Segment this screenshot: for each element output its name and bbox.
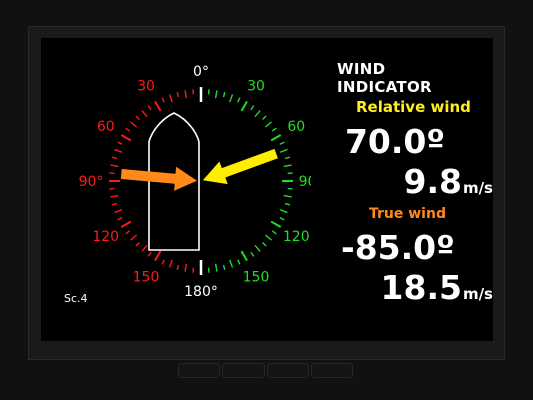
dial-tick <box>222 264 226 271</box>
dial-tick <box>222 91 226 98</box>
dial-tick <box>237 259 241 265</box>
dial-tick <box>154 250 162 262</box>
dial-label: 150 <box>133 269 160 285</box>
dial-tick <box>279 141 285 145</box>
hardware-button-4[interactable] <box>310 363 353 378</box>
relative-wind-speed-value: 9.8 <box>403 162 462 201</box>
dial-tick <box>270 134 282 142</box>
hardware-button-1[interactable] <box>178 363 221 378</box>
dial-tick <box>114 148 123 153</box>
dial-tick <box>176 91 180 98</box>
dial-tick <box>135 242 140 247</box>
dial-tick <box>262 242 267 247</box>
dial-ticks <box>109 87 293 275</box>
dial-tick <box>271 127 277 132</box>
true-wind-label: True wind <box>369 206 446 222</box>
dial-tick <box>147 105 152 111</box>
true-wind-speed-value: 18.5 <box>380 268 462 307</box>
dial-label: 60 <box>97 119 115 135</box>
dial-tick <box>161 259 165 265</box>
dial-label: 60 <box>287 119 305 135</box>
dial-tick <box>229 94 234 103</box>
dial-tick <box>161 97 165 103</box>
dial-tick <box>117 141 123 145</box>
dial-label: 90° <box>299 174 311 190</box>
dial-tick <box>271 230 277 235</box>
dial-tick <box>114 209 123 214</box>
dial-tick <box>254 110 261 118</box>
dial-tick <box>279 148 288 153</box>
dial-tick <box>214 90 218 99</box>
relative-wind-angle: 70.0º <box>344 122 445 161</box>
dial-label: 30 <box>137 79 155 95</box>
true-wind-speed-unit: m/s <box>462 285 493 303</box>
dial-tick <box>110 194 119 198</box>
dial-tick <box>125 230 131 235</box>
dial-tick <box>120 134 132 142</box>
dial-tick <box>125 127 131 132</box>
dial-tick <box>141 110 148 118</box>
relative-wind-speed-unit: m/s <box>462 179 493 197</box>
dial-tick <box>240 250 248 262</box>
dial-label: 150 <box>243 269 270 285</box>
dial-tick <box>264 234 272 241</box>
dial-tick <box>120 220 132 228</box>
dial-label: 120 <box>283 229 310 245</box>
hardware-buttons <box>178 363 353 378</box>
dial-tick <box>279 217 285 221</box>
dial-label: 120 <box>92 229 119 245</box>
hardware-button-3[interactable] <box>266 363 309 378</box>
dial-tick <box>111 202 118 206</box>
dial-tick <box>237 97 241 103</box>
dial-tick <box>184 263 188 272</box>
page-title: WIND INDICATOR <box>337 60 432 96</box>
dial-tick <box>254 244 261 252</box>
dial-label: 0° <box>193 64 209 80</box>
dial-label: 90° <box>79 174 104 190</box>
display-screen: 0° 30 60 90° 120 150 180° 150 120 90° 60 30 WIND IN… <box>41 38 493 341</box>
dial-tick <box>117 217 123 221</box>
dial-tick <box>264 121 272 128</box>
dial-tick <box>262 115 267 120</box>
dial-tick <box>283 164 292 168</box>
dial-tick <box>147 251 152 257</box>
dial-tick <box>130 121 138 128</box>
dial-tick <box>168 259 173 268</box>
dial-tick <box>240 100 248 112</box>
dial-tick <box>135 115 140 120</box>
dial-tick <box>168 94 173 103</box>
relative-wind-speed: 9.8m/s <box>341 162 493 201</box>
dial-tick <box>214 263 218 272</box>
dial-tick <box>176 264 180 271</box>
true-wind-angle: -85.0º <box>341 228 455 267</box>
relative-wind-arrow <box>202 148 278 185</box>
dial-tick <box>284 156 291 160</box>
dial-label: 30 <box>247 79 265 95</box>
hardware-button-2[interactable] <box>222 363 265 378</box>
relative-wind-label: Relative wind <box>356 98 471 116</box>
dial-tick <box>229 259 234 268</box>
true-wind-speed: 18.5m/s <box>341 268 493 307</box>
dial-tick <box>110 164 119 168</box>
dial-tick <box>184 90 188 99</box>
dial-tick <box>154 100 162 112</box>
screen-number-label: Sc.4 <box>64 292 88 305</box>
dial-tick <box>279 209 288 214</box>
dial-tick <box>270 220 282 228</box>
dial-tick <box>250 105 255 111</box>
dial-tick <box>284 202 291 206</box>
true-wind-arrow <box>120 166 197 191</box>
dial-tick <box>141 244 148 252</box>
dial-label: 180° <box>184 284 218 300</box>
dial-tick <box>111 156 118 160</box>
dial-tick <box>283 194 292 198</box>
dial-tick <box>250 251 255 257</box>
dial-tick <box>130 234 138 241</box>
